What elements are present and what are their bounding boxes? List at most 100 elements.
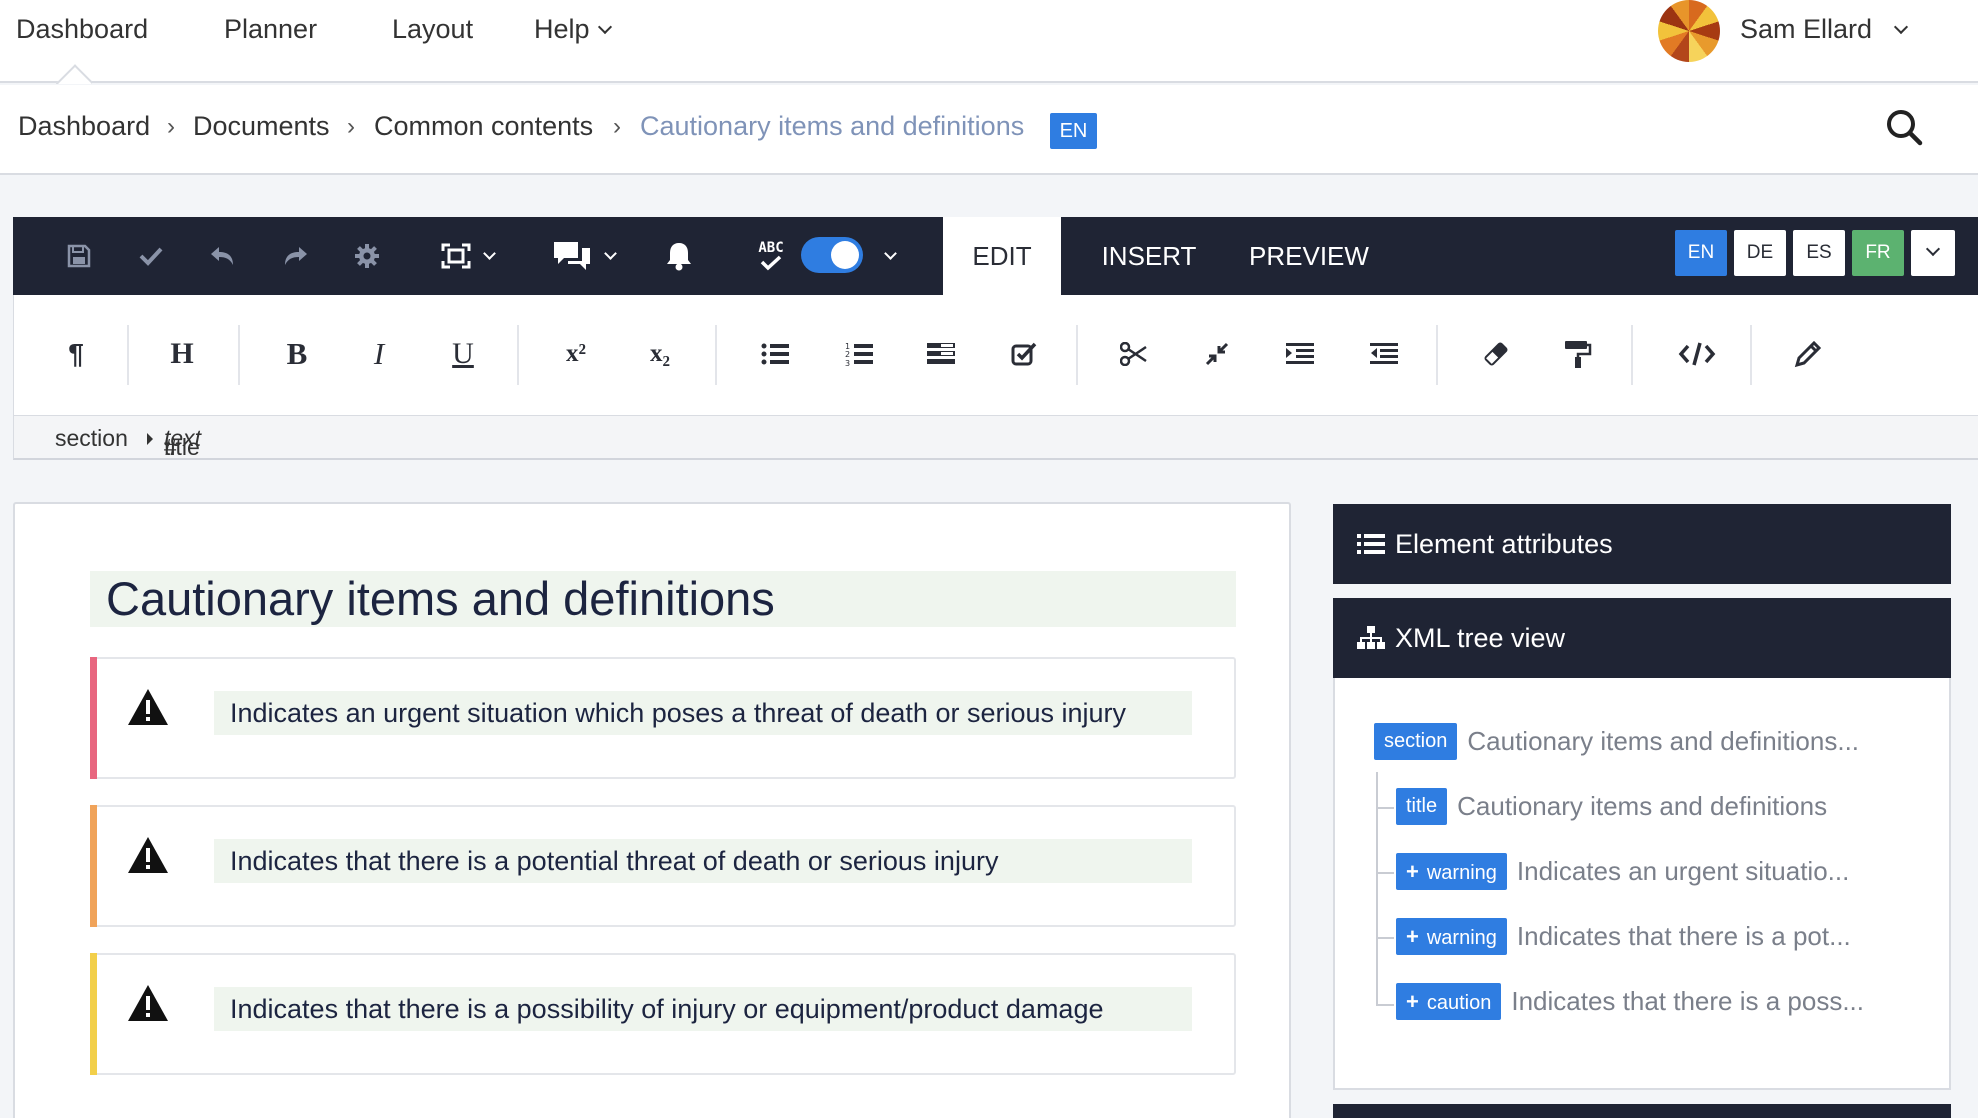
tree-tag-label: caution [1426,992,1492,1014]
paragraph-button[interactable]: ¶ [56,331,96,377]
tree-tag[interactable]: + warning [1396,853,1507,890]
sitemap-icon [1357,626,1385,649]
spellcheck-options-dropdown[interactable] [875,237,905,275]
definition-list-icon[interactable] [921,331,961,377]
chevron-down-icon [597,19,612,35]
language-badge: EN [1050,113,1097,149]
nav-help[interactable]: Help [534,14,612,45]
chevron-down-icon [883,247,897,260]
tree-tag-label: warning [1426,927,1497,949]
indent-icon[interactable] [1280,331,1320,377]
nav-layout[interactable]: Layout [392,14,473,45]
note-text[interactable]: Indicates an urgent situation which pose… [214,691,1192,735]
tree-node-title[interactable]: title Cautionary items and definitions [1396,788,1827,825]
plus-icon: + [1406,924,1419,949]
lang-button-en[interactable]: EN [1675,230,1727,276]
xml-tree-title: XML tree view [1395,622,1566,653]
tree-node-section[interactable]: section Cautionary items and definitions… [1374,723,1859,760]
pencil-icon[interactable] [1788,331,1828,377]
checklist-icon[interactable] [1004,331,1044,377]
redo-icon[interactable] [273,237,317,275]
breadcrumb-common-contents[interactable]: Common contents [374,111,593,142]
fullscreen-icon [441,243,470,269]
tree-node-warning[interactable]: + warning Indicates that there is a pot..… [1396,918,1851,955]
breadcrumb-dashboard[interactable]: Dashboard [18,111,150,142]
heading-button[interactable]: H [162,331,202,377]
spellcheck-label: ABC [758,240,784,256]
toolbar-divider [715,325,717,385]
tree-node-caution[interactable]: + caution Indicates that there is a poss.… [1396,983,1864,1020]
svg-text:3: 3 [845,359,850,367]
path-section[interactable]: section [55,425,128,452]
top-navigation: Dashboard Planner Layout Help Sam Ellard [0,0,1978,83]
user-menu[interactable]: Sam Ellard [1740,14,1909,45]
eraser-icon[interactable] [1476,331,1516,377]
toolbar-divider [127,325,129,385]
tree-node-text: Cautionary items and definitions... [1467,726,1860,756]
bell-icon[interactable] [657,237,701,275]
element-attributes-header[interactable]: Element attributes [1333,504,1951,584]
note-text[interactable]: Indicates that there is a possibility of… [214,987,1192,1031]
xml-tree-header[interactable]: XML tree view [1333,598,1951,678]
list-icon [1357,534,1385,554]
path-title[interactable]: title # text [164,425,201,460]
code-view-icon[interactable] [1672,331,1722,377]
warning-triangle-icon [128,837,168,873]
tree-connector [1376,807,1394,809]
scissors-icon[interactable] [1114,331,1154,377]
format-painter-icon[interactable] [1558,331,1598,377]
undo-icon[interactable] [201,237,245,275]
subscript-button[interactable]: x₂ [635,331,685,377]
spellcheck-icon[interactable]: ABC [750,237,792,275]
caution-note[interactable]: Indicates that there is a possibility of… [90,953,1236,1075]
bold-button[interactable]: B [277,331,317,377]
lang-button-fr[interactable]: FR [1852,230,1904,276]
warning-note[interactable]: Indicates that there is a potential thre… [90,805,1236,927]
numbered-list-icon[interactable]: 123 [839,331,879,377]
save-icon[interactable] [57,237,101,275]
comments-dropdown[interactable] [543,237,623,275]
tree-tag: title [1396,788,1448,825]
nav-help-label: Help [534,14,590,44]
lang-button-de[interactable]: DE [1734,230,1786,276]
superscript-button[interactable]: x² [551,331,601,377]
plus-icon: + [1406,989,1419,1014]
bullet-list-icon[interactable] [755,331,795,377]
lang-button-es[interactable]: ES [1793,230,1845,276]
language-more-dropdown[interactable] [1911,230,1955,276]
tree-node-warning[interactable]: + warning Indicates an urgent situatio... [1396,853,1849,890]
tree-node-text: Indicates an urgent situatio... [1516,856,1850,886]
path-title-suffix: # [164,434,177,460]
tab-insert[interactable]: INSERT [1081,217,1217,295]
document-editor: Cautionary items and definitions Indicat… [13,502,1291,1118]
note-color-bar [90,805,97,927]
fullscreen-dropdown[interactable] [427,237,507,275]
tree-node-text: Cautionary items and definitions [1457,791,1828,821]
breadcrumb-documents[interactable]: Documents [193,111,330,142]
toolbar-divider [1076,325,1078,385]
tree-tag[interactable]: + caution [1396,983,1502,1020]
warning-note[interactable]: Indicates an urgent situation which pose… [90,657,1236,779]
gear-icon[interactable] [345,237,389,275]
italic-button[interactable]: I [359,331,399,377]
element-attributes-title: Element attributes [1395,528,1613,559]
avatar[interactable] [1658,0,1720,62]
search-icon[interactable] [1884,107,1924,147]
spellcheck-toggle[interactable] [801,237,863,273]
nav-dashboard[interactable]: Dashboard [16,14,148,45]
compress-icon[interactable] [1197,331,1237,377]
underline-button[interactable]: U [443,331,483,377]
check-icon[interactable] [129,237,173,275]
outdent-icon[interactable] [1364,331,1404,377]
breadcrumb-current: Cautionary items and definitions [640,111,1025,141]
toolbar-divider [1750,325,1752,385]
next-panel-header[interactable] [1333,1104,1951,1118]
nav-planner[interactable]: Planner [224,14,317,45]
tree-tag[interactable]: + warning [1396,918,1507,955]
tab-preview[interactable]: PREVIEW [1235,217,1383,295]
note-text[interactable]: Indicates that there is a potential thre… [214,839,1192,883]
document-title[interactable]: Cautionary items and definitions [90,571,1236,627]
warning-triangle-icon [128,689,168,725]
tree-connector [1376,937,1394,939]
tab-edit[interactable]: EDIT [943,217,1061,295]
